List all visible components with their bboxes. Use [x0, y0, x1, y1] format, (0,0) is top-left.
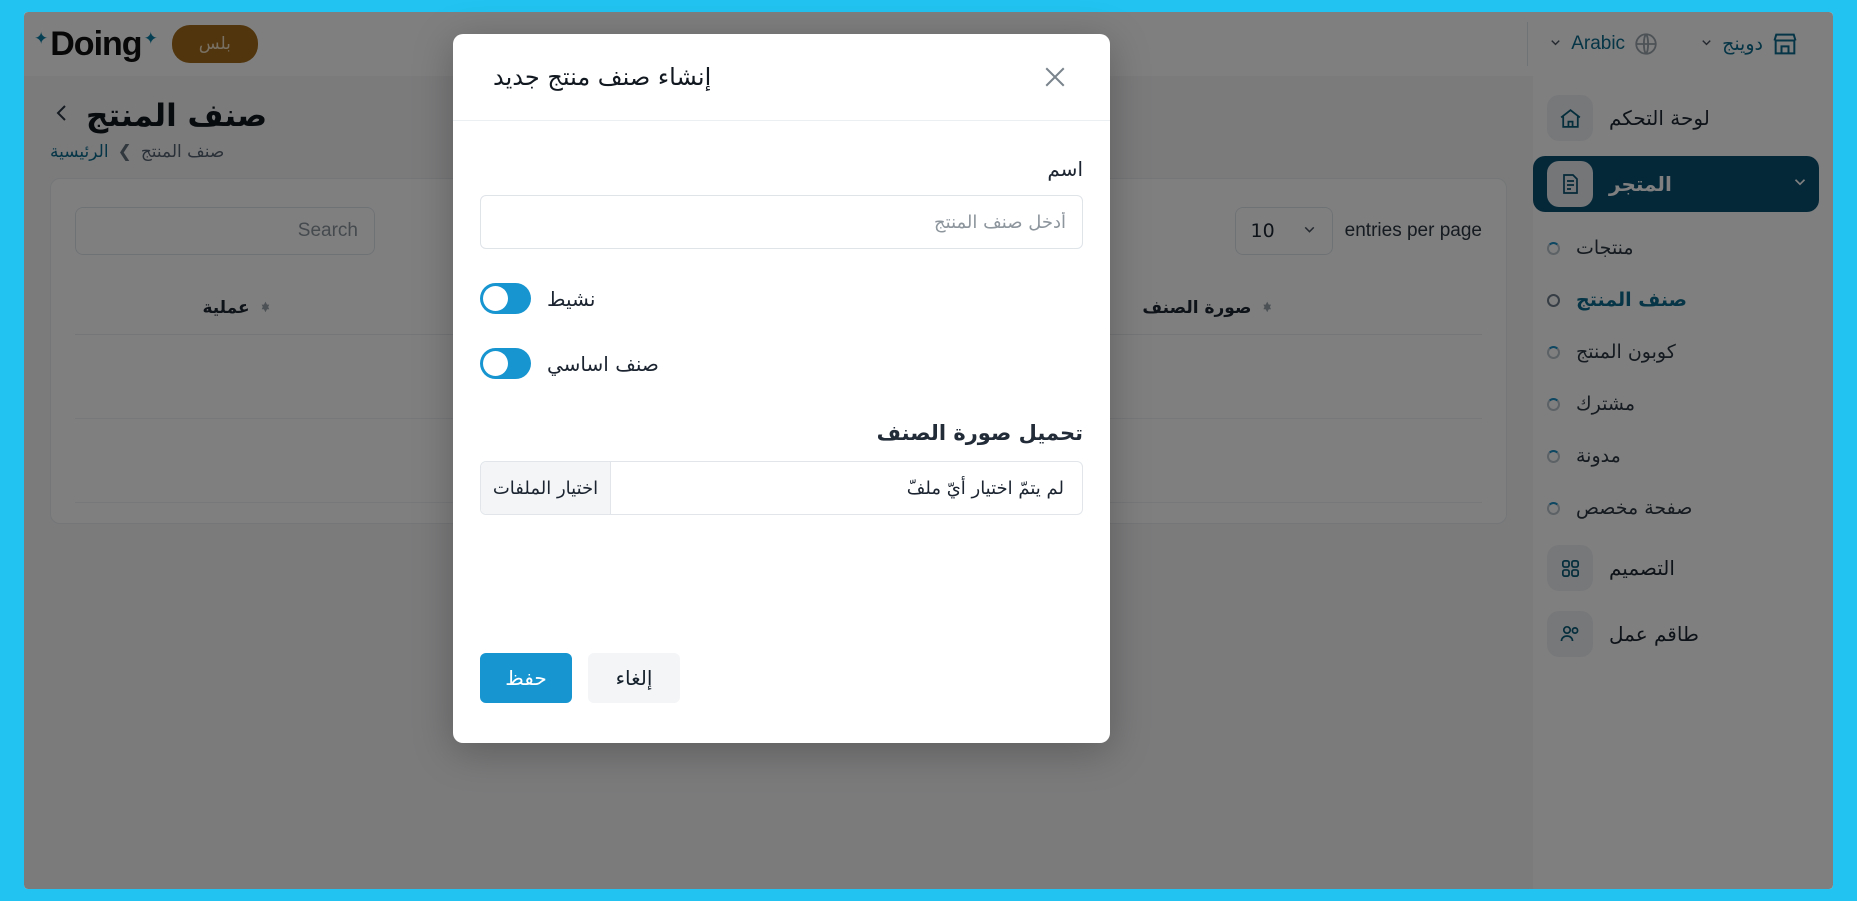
- file-status-text: لم يتمّ اختيار أيّ ملفّ: [906, 477, 1064, 499]
- close-icon[interactable]: [1038, 60, 1072, 94]
- main-category-toggle[interactable]: [480, 348, 531, 379]
- modal-body: اسم نشيط صنف اساسي تحميل صورة الصنف اختي…: [453, 121, 1110, 627]
- save-button[interactable]: حفظ: [480, 653, 572, 703]
- name-input[interactable]: [480, 195, 1083, 249]
- active-toggle-label: نشيط: [547, 286, 596, 311]
- choose-files-button[interactable]: اختيار الملفات: [481, 462, 611, 514]
- cancel-button[interactable]: إلغاء: [588, 653, 680, 703]
- modal-layer: إنشاء صنف منتج جديد اسم نشيط صنف اساسي ت…: [0, 0, 1857, 901]
- modal-footer: حفظ إلغاء: [453, 627, 1110, 743]
- upload-section-title: تحميل صورة الصنف: [876, 421, 1083, 445]
- main-category-toggle-row: صنف اساسي: [480, 348, 1083, 379]
- file-upload-row[interactable]: اختيار الملفات لم يتمّ اختيار أيّ ملفّ: [480, 461, 1083, 515]
- main-category-toggle-label: صنف اساسي: [547, 351, 659, 376]
- create-category-modal: إنشاء صنف منتج جديد اسم نشيط صنف اساسي ت…: [453, 34, 1110, 743]
- active-toggle-row: نشيط: [480, 283, 1083, 314]
- modal-header: إنشاء صنف منتج جديد: [453, 34, 1110, 121]
- name-field-label: اسم: [1047, 157, 1083, 181]
- modal-title: إنشاء صنف منتج جديد: [493, 63, 712, 91]
- active-toggle[interactable]: [480, 283, 531, 314]
